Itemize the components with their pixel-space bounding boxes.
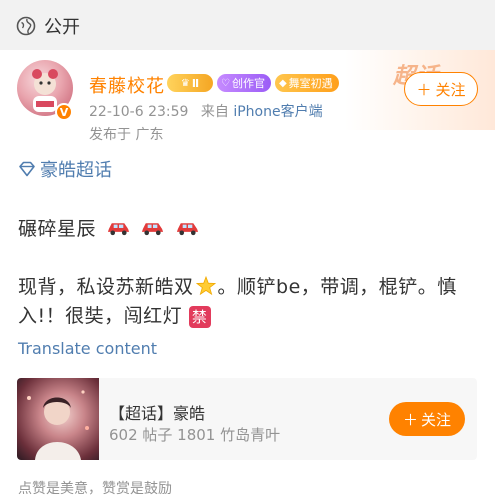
- crown-level-text: Ⅱ: [191, 76, 200, 90]
- post-region: 发布于 广东: [89, 127, 164, 143]
- prohibited-icon: 禁: [188, 306, 211, 328]
- topic-card-stats: 602 帖子 1801 竹岛青叶: [109, 426, 281, 444]
- sparkle-star-icon: [195, 276, 216, 296]
- author-name[interactable]: 春藤校花: [89, 72, 165, 98]
- tag-icon: ◆: [278, 77, 287, 89]
- post-text: 。顺铲be，带调，棍铲。慎: [217, 276, 457, 298]
- post-text: 入!！很奘，闯红灯: [18, 305, 183, 327]
- post-text: 碾碎星辰: [18, 218, 97, 240]
- source-device-link[interactable]: iPhone客户端: [233, 104, 322, 120]
- creator-badge[interactable]: ♡ 创作官: [217, 74, 271, 92]
- red-car-icon: [142, 223, 164, 236]
- visibility-label: 公开: [44, 17, 80, 38]
- post-text-line-1: 碾碎星辰: [18, 214, 200, 241]
- heart-icon: ♡: [221, 77, 230, 89]
- red-car-icon: [176, 223, 198, 236]
- follow-label: 关注: [435, 80, 466, 99]
- post-meta: 22-10-6 23:59 来自 iPhone客户端: [89, 101, 323, 121]
- verified-badge: V: [55, 103, 73, 121]
- visibility-indicator[interactable]: 公开: [16, 14, 80, 38]
- red-car-icon: [107, 223, 129, 236]
- creator-badge-text: 创作官: [231, 77, 265, 90]
- top-bar: 公开: [0, 0, 495, 50]
- post-text-line-2: 现背，私设苏新皓双 。顺铲be，带调，棍铲。慎: [18, 272, 457, 299]
- topic-link[interactable]: 豪皓超话: [18, 158, 112, 181]
- topic-card-image: [17, 378, 99, 460]
- post-text-line-3: 入!！很奘，闯红灯 禁: [18, 301, 211, 328]
- plus-icon: ＋: [402, 410, 418, 429]
- crown-icon: ♛: [180, 77, 190, 89]
- crown-level-badge[interactable]: ♛ Ⅱ: [167, 74, 213, 92]
- reward-hint: 点赞是美意，赞赏是鼓励: [18, 481, 172, 497]
- post-timestamp: 22-10-6 23:59: [89, 104, 189, 120]
- topic-card-title: 【超话】豪皓: [109, 404, 206, 423]
- follow-button[interactable]: ＋ 关注: [404, 72, 478, 106]
- topic-follow-button[interactable]: ＋ 关注: [389, 402, 465, 436]
- source-prefix: 来自: [200, 104, 229, 120]
- topic-card[interactable]: 【超话】豪皓 602 帖子 1801 竹岛青叶 ＋ 关注: [17, 378, 477, 460]
- dance-badge[interactable]: ◆ 舞室初遇: [274, 74, 339, 92]
- translate-link[interactable]: Translate content: [18, 339, 157, 358]
- globe-icon: [16, 16, 36, 36]
- dance-badge-text: 舞室初遇: [288, 77, 333, 90]
- post-text: 现背，私设苏新皓双: [18, 276, 194, 298]
- topic-label: 豪皓超话: [40, 160, 112, 181]
- topic-portrait-image: [27, 390, 89, 460]
- author-badges: ♛ Ⅱ ♡ 创作官 ◆ 舞室初遇: [167, 74, 339, 92]
- plus-icon: ＋: [416, 80, 432, 99]
- diamond-icon: [19, 161, 35, 177]
- topic-follow-label: 关注: [421, 410, 452, 429]
